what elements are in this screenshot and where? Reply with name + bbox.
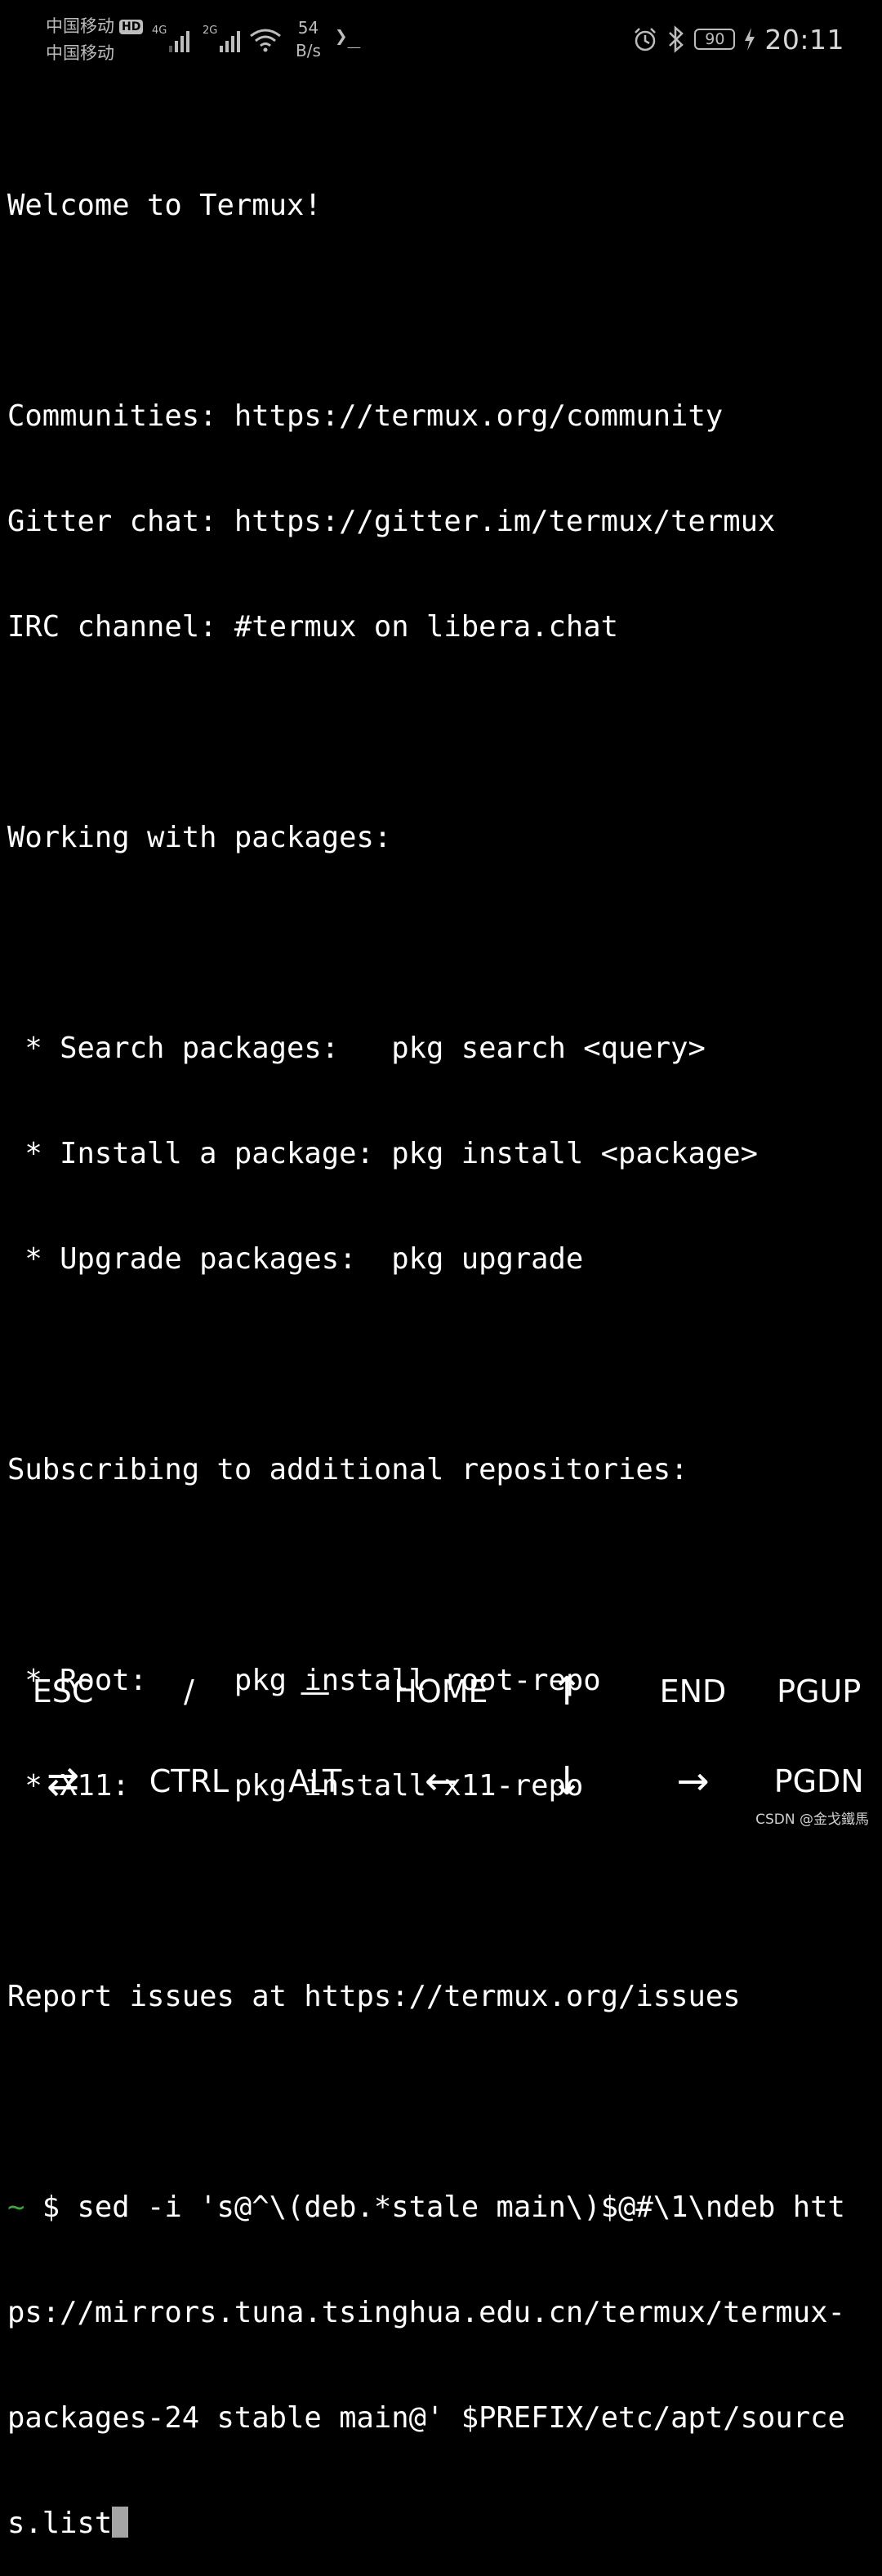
prompt-tilde: ~ xyxy=(7,2190,25,2224)
terminal-line: Subscribing to additional repositories: xyxy=(7,1453,688,1486)
clock: 20:11 xyxy=(764,23,844,56)
terminal-line: Communities: https://termux.org/communit… xyxy=(7,399,724,433)
signal-strength-2-icon: 2G xyxy=(203,25,243,52)
battery-icon: 90 xyxy=(694,29,736,50)
end-key[interactable]: END xyxy=(630,1647,755,1736)
watermark: CSDN @金戈鐵馬 xyxy=(755,1812,869,1828)
terminal-output[interactable]: Welcome to Termux! Communities: https://… xyxy=(7,118,876,2576)
terminal-line: Report issues at https://termux.org/issu… xyxy=(7,1980,741,2013)
home-key[interactable]: HOME xyxy=(378,1647,504,1736)
pgup-key[interactable]: PGUP xyxy=(756,1647,882,1736)
termux-notification-icon: ❯_ xyxy=(335,25,361,49)
terminal-line: IRC channel: #termux on libera.chat xyxy=(7,610,619,644)
alt-key[interactable]: ALT xyxy=(252,1736,378,1826)
left-arrow-key[interactable]: ← xyxy=(378,1736,504,1826)
command-line-wrap: s.list xyxy=(7,2506,876,2541)
command-line-wrap: ps://mirrors.tuna.tsinghua.edu.cn/termux… xyxy=(7,2296,845,2329)
right-arrow-key[interactable]: → xyxy=(630,1736,755,1826)
terminal-line: Working with packages: xyxy=(7,821,392,854)
status-right: 90 20:11 xyxy=(632,21,844,57)
signal-strength-icon: 4G xyxy=(152,25,192,52)
text-cursor xyxy=(112,2507,129,2538)
hd-badge: HD xyxy=(119,19,144,34)
extra-keys-bar: ESC / — HOME ↑ END PGUP ⇄ CTRL ALT ← ↓ →… xyxy=(0,1647,882,1833)
slash-key[interactable]: / xyxy=(126,1647,252,1736)
command-text-end: s.list xyxy=(7,2507,113,2540)
terminal-line: * Search packages: pkg search <query> xyxy=(7,1032,706,1065)
carrier-secondary: 中国移动 xyxy=(46,43,114,63)
esc-key[interactable]: ESC xyxy=(0,1647,126,1736)
terminal-line: * Upgrade packages: pkg upgrade xyxy=(7,1242,584,1276)
down-arrow-key[interactable]: ↓ xyxy=(504,1736,630,1826)
dash-key[interactable]: — xyxy=(252,1647,378,1736)
charging-icon xyxy=(745,28,755,51)
network-speed-value: 54 xyxy=(297,18,319,38)
terminal-line: Welcome to Termux! xyxy=(7,189,322,222)
bluetooth-icon xyxy=(669,25,684,53)
terminal-line: * Install a package: pkg install <packag… xyxy=(7,1137,759,1170)
extra-keys-row-1: ESC / — HOME ↑ END PGUP xyxy=(0,1647,882,1736)
carrier-primary: 中国移动 xyxy=(46,16,114,36)
network-type-2: 2G xyxy=(203,25,218,37)
tab-key[interactable]: ⇄ xyxy=(0,1736,126,1826)
network-speed-unit: B/s xyxy=(296,41,321,60)
command-text: $ sed -i 's@^\(deb.*stale main\)$@#\1\nd… xyxy=(24,2190,845,2224)
network-speed: 54 B/s xyxy=(296,16,321,62)
command-line-wrap: packages-24 stable main@' $PREFIX/etc/ap… xyxy=(7,2401,845,2435)
alarm-icon xyxy=(635,28,657,51)
up-arrow-key[interactable]: ↑ xyxy=(504,1647,630,1736)
carrier-block: 中国移动 HD 中国移动 xyxy=(46,13,144,67)
network-type-1: 4G xyxy=(152,25,167,37)
wifi-icon xyxy=(250,29,281,52)
ctrl-key[interactable]: CTRL xyxy=(126,1736,252,1826)
status-bar: 中国移动 HD 中国移动 4G 2G 54 B/s ❯_ 90 20:11 xyxy=(0,0,882,82)
command-line[interactable]: ~ $ sed -i 's@^\(deb.*stale main\)$@#\1\… xyxy=(7,2190,876,2225)
terminal-line: Gitter chat: https://gitter.im/termux/te… xyxy=(7,505,776,538)
extra-keys-row-2: ⇄ CTRL ALT ← ↓ → PGDN xyxy=(0,1736,882,1826)
battery-level: 90 xyxy=(705,30,725,48)
